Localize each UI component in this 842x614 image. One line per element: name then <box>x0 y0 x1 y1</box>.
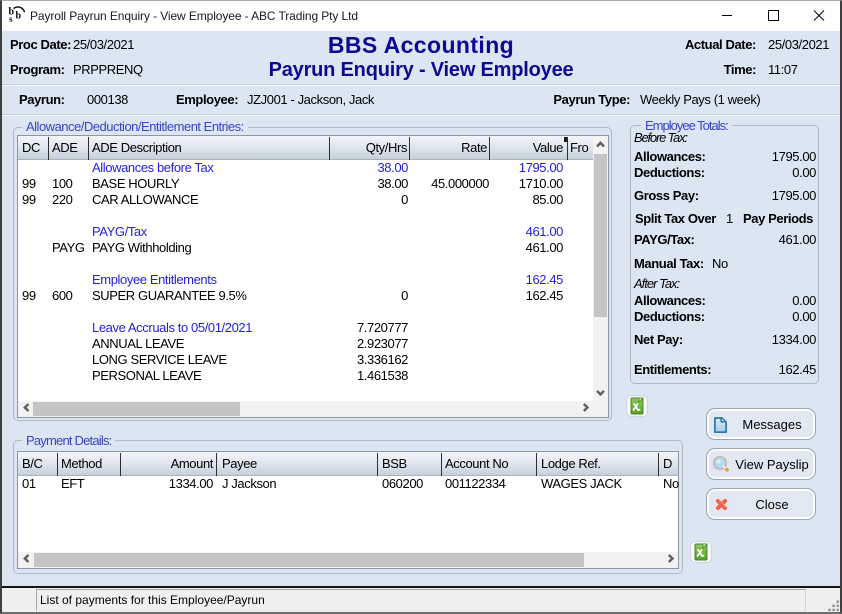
svg-text:s: s <box>9 14 13 24</box>
svg-text:b: b <box>16 11 22 22</box>
